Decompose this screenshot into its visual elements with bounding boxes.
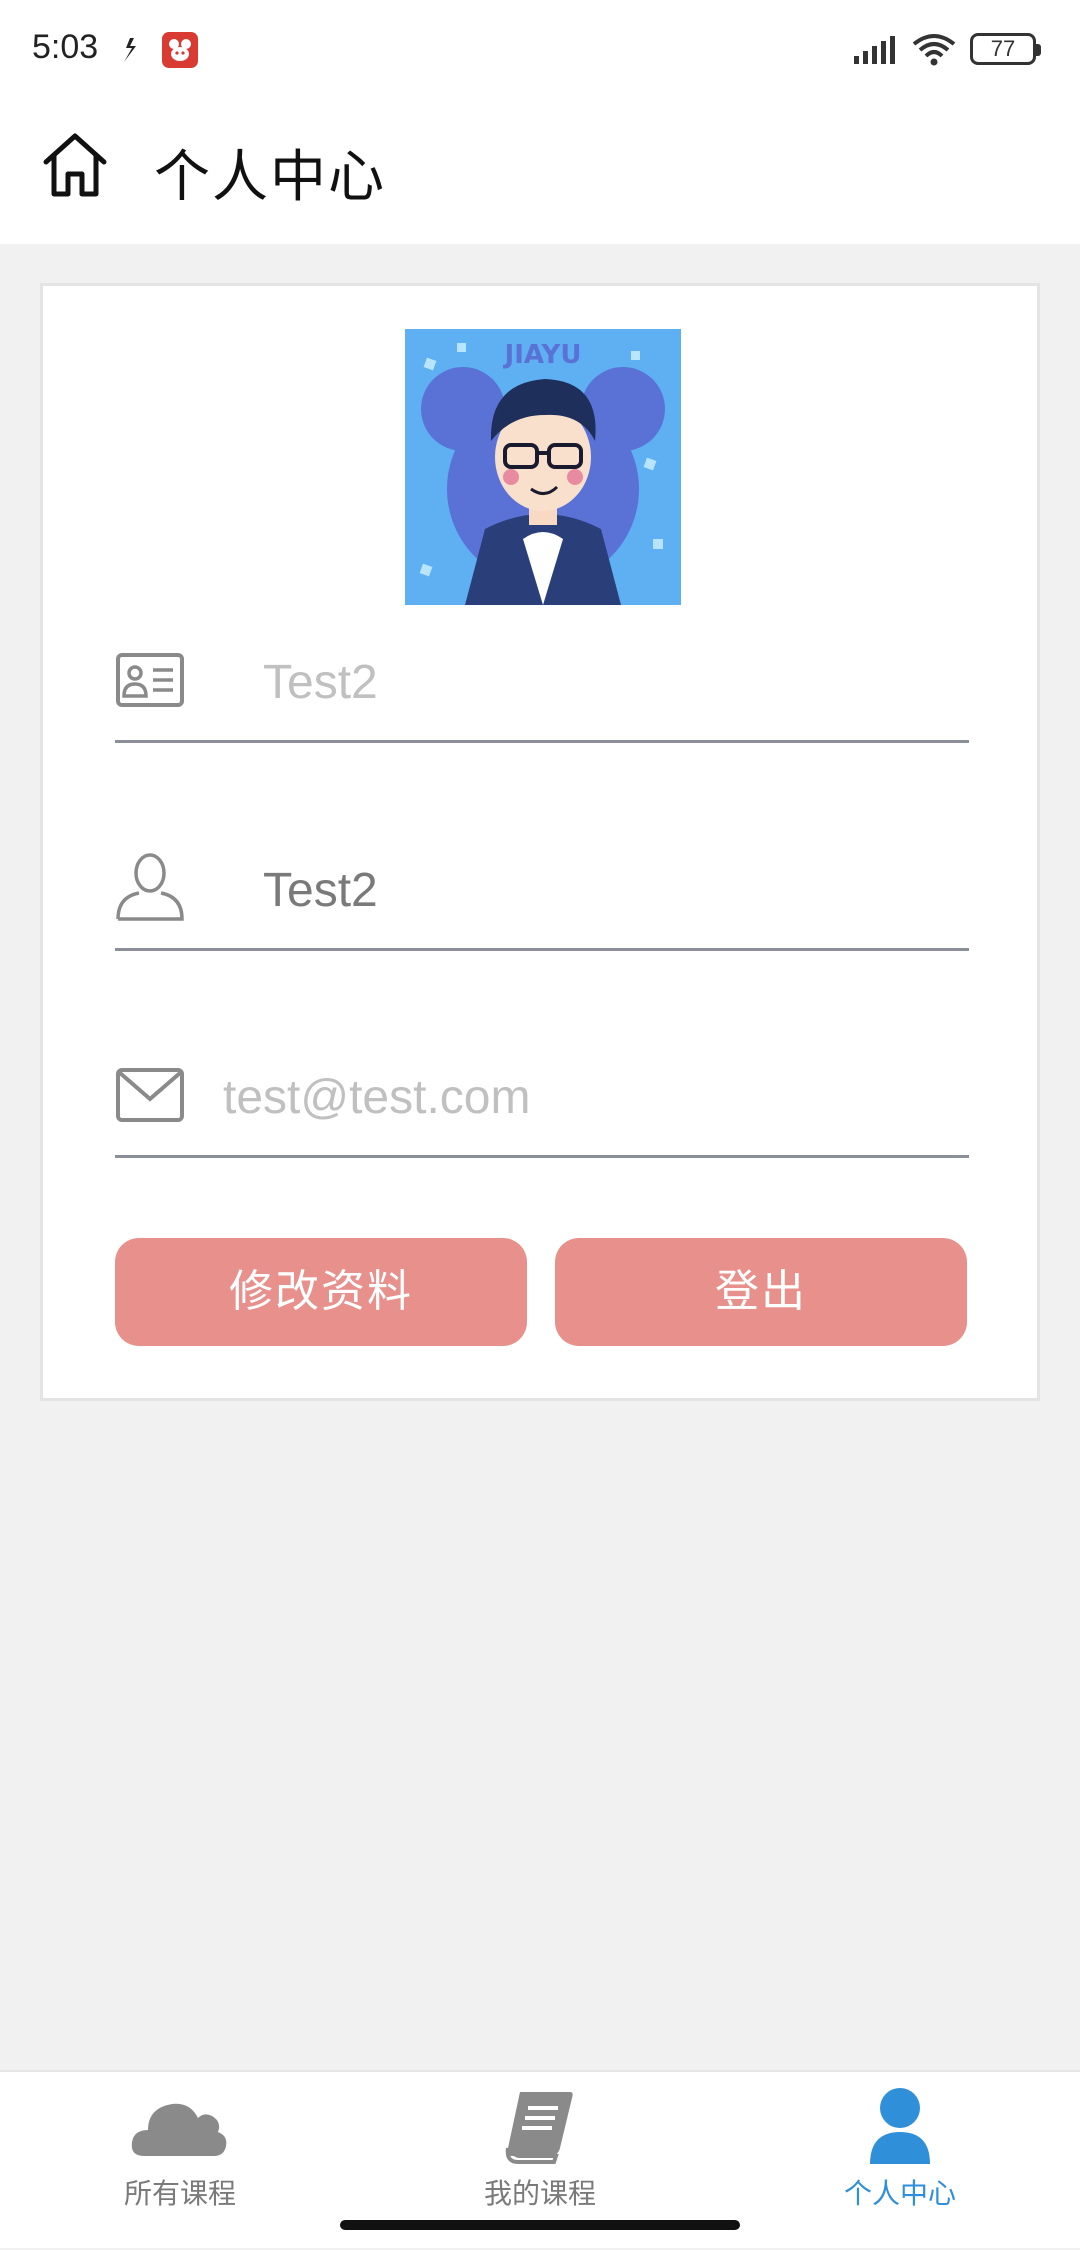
email-input[interactable]: test@test.com <box>223 1070 943 1125</box>
book-icon <box>505 2092 573 2164</box>
nav-label-all-courses: 所有课程 <box>123 2177 236 2210</box>
avatar-brand-text: JIAYU <box>503 340 582 370</box>
nav-label-my-courses: 我的课程 <box>483 2177 596 2210</box>
wifi-icon <box>912 34 956 66</box>
notification-app-icon <box>124 38 136 62</box>
nickname-input[interactable]: Test2 <box>263 655 943 710</box>
home-icon[interactable] <box>42 130 108 198</box>
avatar[interactable]: JIAYU <box>405 329 681 605</box>
username-input[interactable]: Test2 <box>263 863 943 918</box>
logout-button[interactable]: 登出 <box>555 1238 967 1346</box>
profile-card: JIAYU Test2 Test2 test@test.com 修改资料 登出 <box>40 283 1040 1401</box>
id-card-icon <box>116 653 184 707</box>
signal-icon <box>854 36 895 64</box>
nav-label-profile: 个人中心 <box>843 2177 956 2210</box>
email-field: test@test.com <box>115 1048 969 1158</box>
user-icon <box>116 853 184 921</box>
cloud-icon <box>131 2103 227 2156</box>
home-indicator[interactable] <box>340 2220 740 2230</box>
battery-icon: 77 <box>970 33 1041 65</box>
nav-item-profile[interactable]: 个人中心 <box>720 2072 1080 2250</box>
nav-item-all-courses[interactable]: 所有课程 <box>0 2072 360 2250</box>
username-field: Test2 <box>115 841 969 951</box>
notification-app2-icon <box>162 32 198 68</box>
nickname-field: Test2 <box>115 633 969 743</box>
status-bar: 5:03 77 <box>0 0 1080 100</box>
edit-profile-button[interactable]: 修改资料 <box>115 1238 527 1346</box>
status-time: 5:03 <box>32 28 99 66</box>
person-icon <box>870 2088 930 2164</box>
envelope-icon <box>116 1068 184 1122</box>
page-title: 个人中心 <box>154 145 386 210</box>
app-header: 个人中心 <box>0 100 1080 244</box>
